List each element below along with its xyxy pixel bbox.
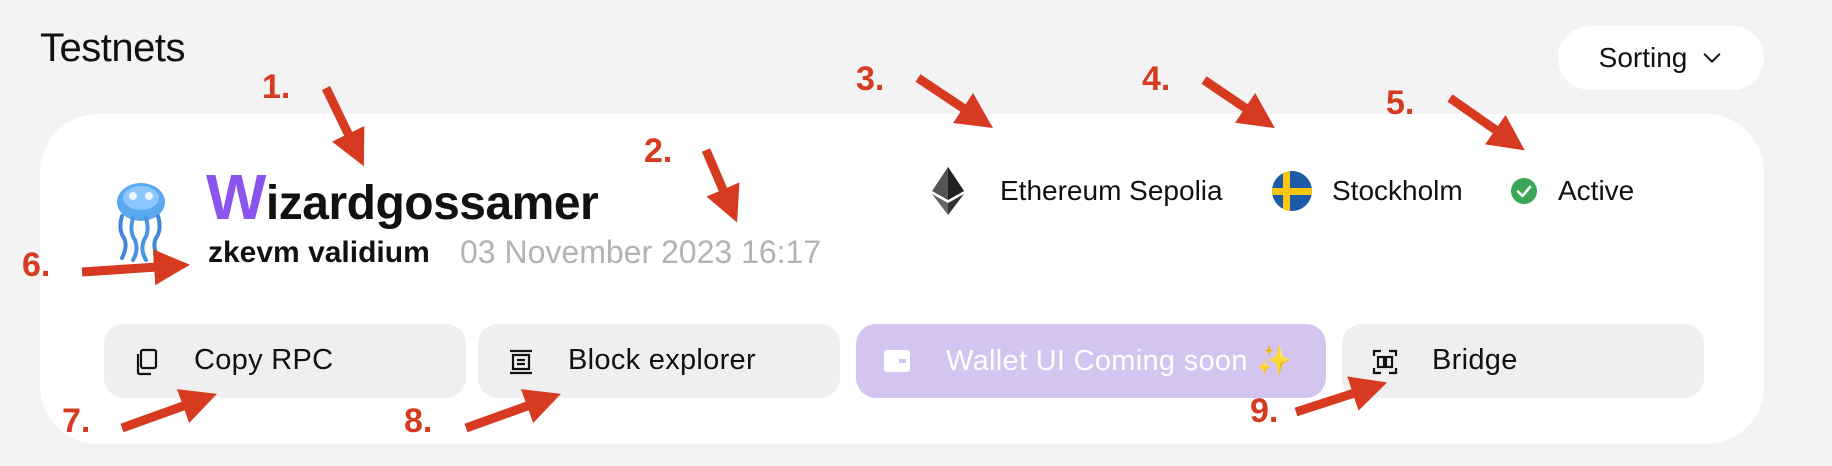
- annotation-7: 7.: [62, 402, 91, 440]
- check-circle-icon: [1511, 178, 1537, 204]
- bridge-label: Bridge: [1432, 344, 1518, 376]
- annotation-5: 5.: [1386, 84, 1415, 122]
- wallet-icon: [884, 350, 910, 372]
- block-explorer-button[interactable]: Block explorer: [478, 324, 840, 398]
- wallet-ui-label: Wallet UI Coming soon ✨: [946, 345, 1293, 377]
- annotation-2: 2.: [644, 132, 673, 170]
- annotation-6: 6.: [22, 246, 51, 284]
- annotation-3: 3.: [856, 60, 885, 98]
- copy-rpc-label: Copy RPC: [194, 344, 334, 376]
- testnet-name-initial: W: [206, 161, 266, 233]
- stack-type: zkevm validium: [208, 236, 430, 269]
- network-info: Ethereum Sepolia: [932, 166, 1223, 216]
- testnet-card[interactable]: Wizardgossamer zkevm validium 03 Novembe…: [40, 114, 1764, 444]
- copy-rpc-button[interactable]: Copy RPC: [104, 324, 466, 398]
- bridge-icon: [1372, 349, 1398, 375]
- network-name: Ethereum Sepolia: [1000, 175, 1223, 206]
- bridge-button[interactable]: Bridge: [1342, 324, 1704, 398]
- testnet-name-rest: izardgossamer: [265, 177, 599, 230]
- wallet-ui-button[interactable]: Wallet UI Coming soon ✨: [856, 324, 1326, 398]
- block-explorer-label: Block explorer: [568, 344, 756, 376]
- location-name: Stockholm: [1332, 175, 1463, 206]
- sweden-flag-icon: [1272, 171, 1312, 211]
- annotation-4: 4.: [1142, 60, 1171, 98]
- jellyfish-icon: [117, 183, 165, 262]
- annotation-8: 8.: [404, 402, 433, 440]
- created-date: 03 November 2023 16:17: [460, 234, 822, 270]
- copy-icon: [136, 348, 158, 376]
- sorting-label: Sorting: [1598, 42, 1688, 73]
- page-title: Testnets: [40, 26, 185, 70]
- status-label: Active: [1558, 175, 1635, 206]
- sorting-button[interactable]: Sorting: [1558, 26, 1764, 90]
- status-badge: Active: [1510, 166, 1634, 216]
- annotation-arrow-3: [915, 74, 993, 128]
- testnet-name: Wizardgossamer: [206, 160, 599, 234]
- chevron-down-icon: [1704, 53, 1721, 63]
- annotation-arrow-4: [1201, 76, 1275, 129]
- annotation-1: 1.: [262, 68, 291, 106]
- location-info: Stockholm: [1272, 166, 1463, 216]
- ethereum-icon: [932, 167, 964, 215]
- block-explorer-icon: [510, 349, 532, 375]
- annotation-9: 9.: [1250, 392, 1279, 430]
